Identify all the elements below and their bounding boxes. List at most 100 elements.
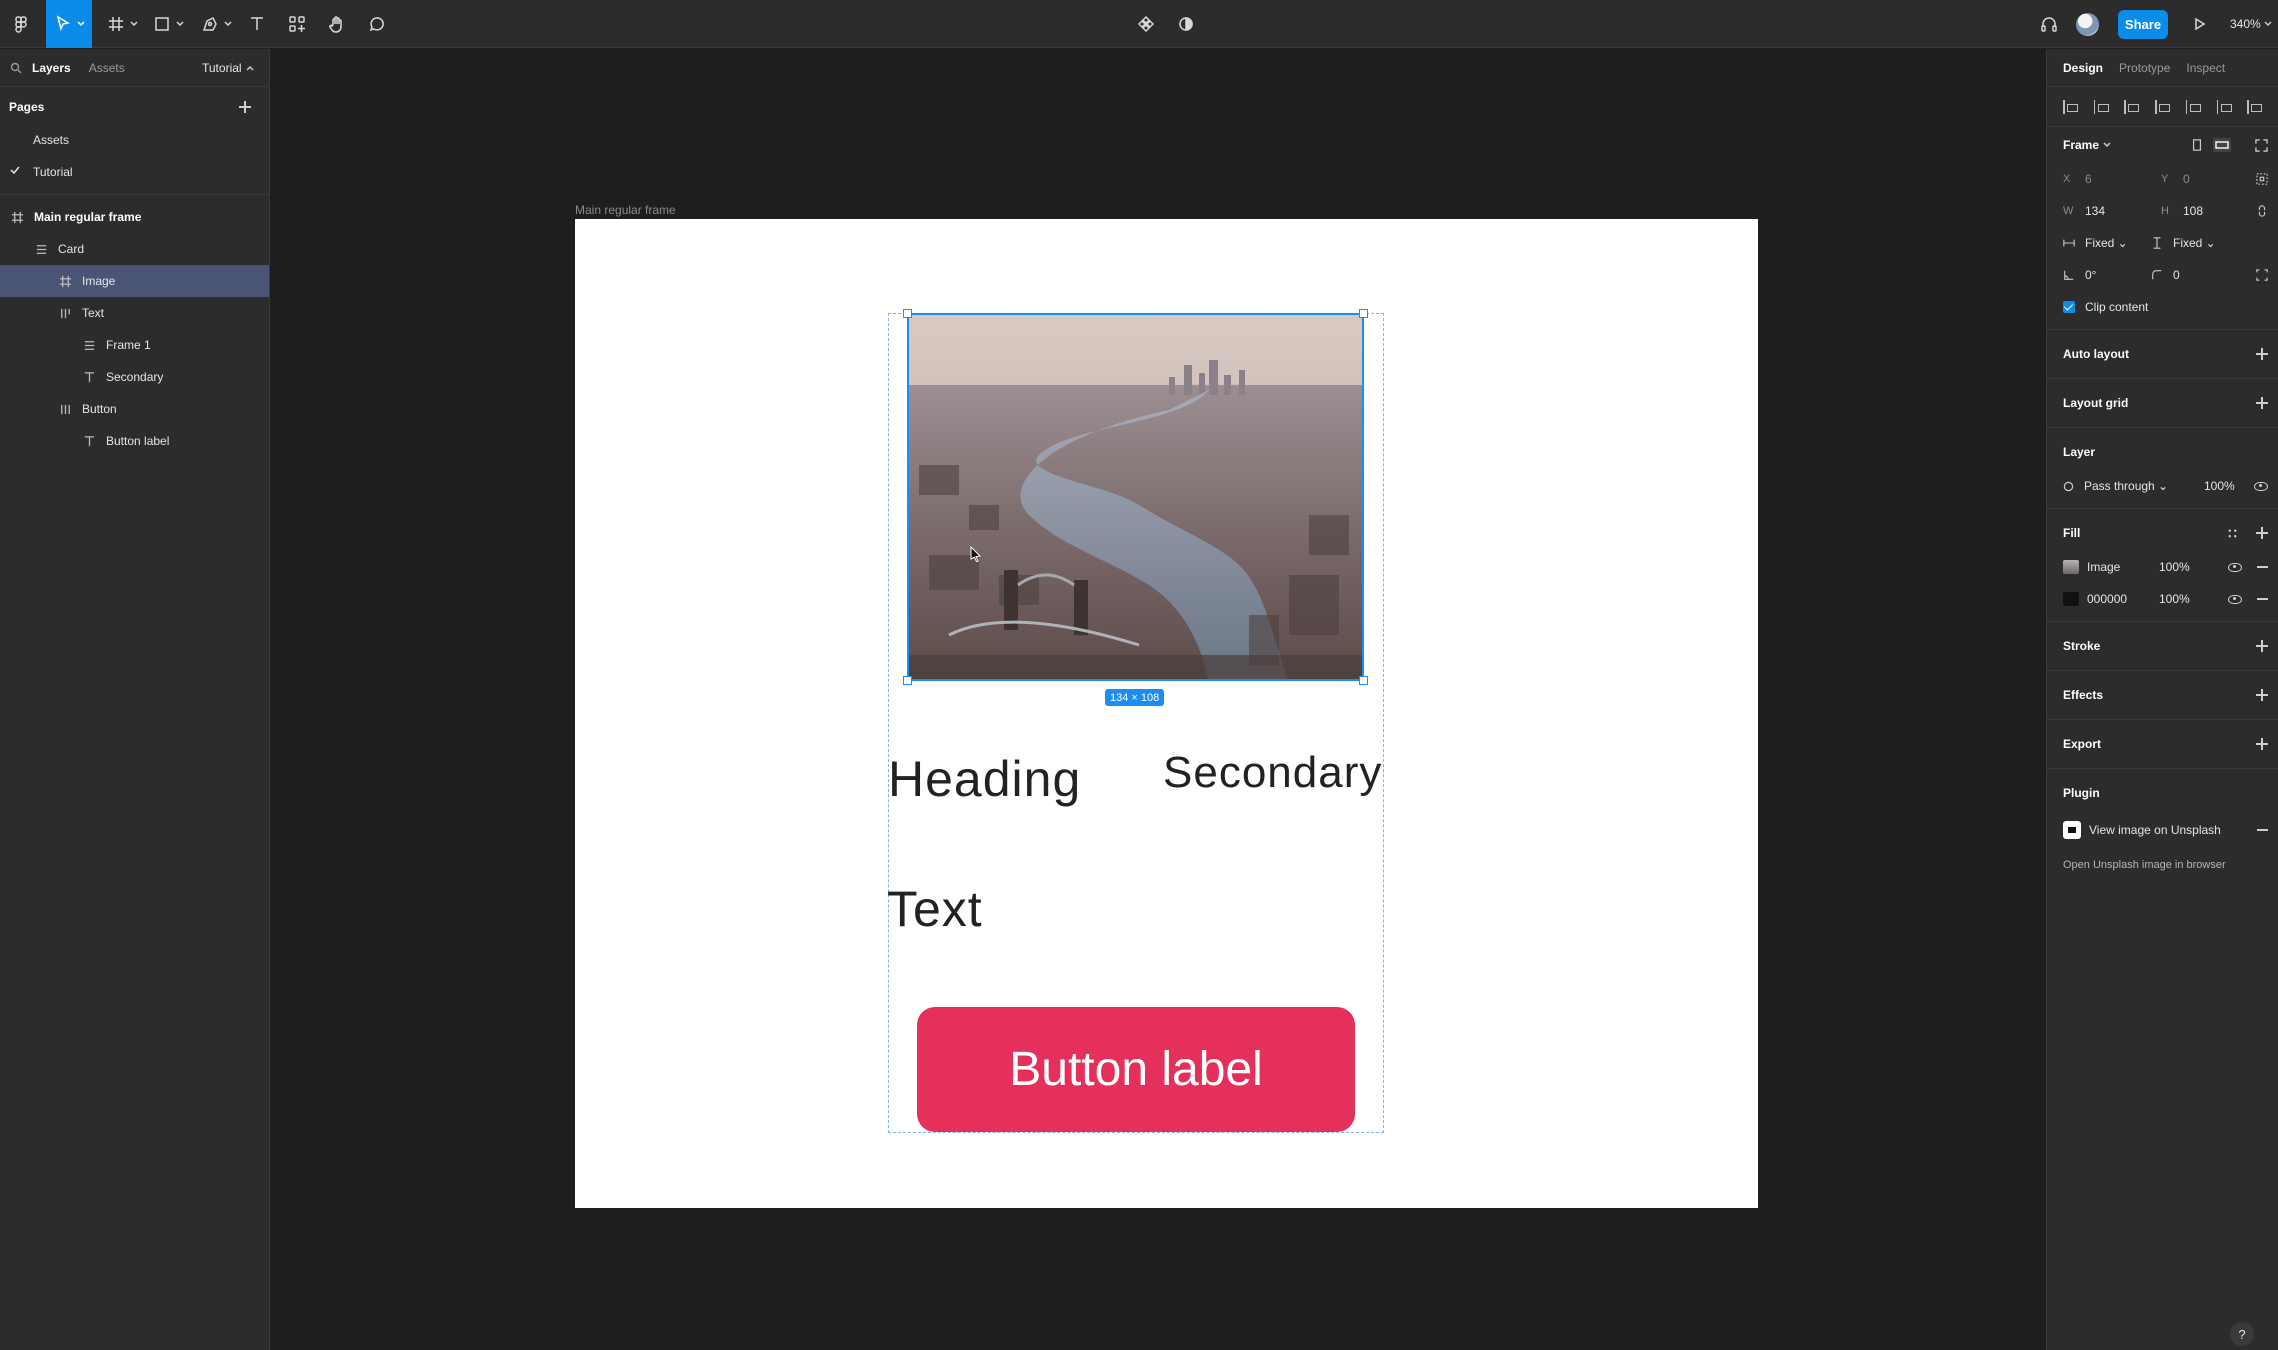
text-tool-button[interactable] [244,0,270,48]
add-export-icon[interactable] [2256,738,2268,750]
move-tool-button[interactable] [46,0,92,48]
width-field[interactable]: 134 [2085,204,2161,218]
align-vertical-center-icon[interactable] [2185,99,2201,114]
page-item-tutorial[interactable]: Tutorial [0,156,269,188]
fill-visibility-eye-icon[interactable] [2228,562,2242,572]
fill-visibility-eye-icon[interactable] [2228,594,2242,604]
align-top-icon[interactable] [2155,99,2170,114]
tab-layers[interactable]: Layers [32,61,71,75]
remove-plugin-icon[interactable] [2257,829,2268,831]
image-fill-swatch[interactable] [2063,560,2079,574]
blend-mode-dropdown[interactable]: Pass through ⌄ [2084,479,2204,493]
add-stroke-icon[interactable] [2256,640,2268,652]
audio-button[interactable] [2036,0,2062,48]
plugin-description-row[interactable]: Open Unsplash image in browser [2047,849,2278,881]
fill-opacity[interactable]: 100% [2159,592,2190,606]
portrait-icon[interactable] [2191,138,2203,152]
contrast-button[interactable] [1173,0,1199,48]
add-effect-icon[interactable] [2256,689,2268,701]
card-button[interactable]: Button label [917,1007,1355,1132]
plugin-item[interactable]: View image on Unsplash [2047,811,2278,849]
hand-tool-button[interactable] [324,0,350,48]
pen-tool-button[interactable] [198,0,234,48]
tab-inspect[interactable]: Inspect [2186,61,2225,75]
clip-content-row[interactable]: Clip content [2047,291,2278,323]
independent-corners-icon[interactable] [2256,269,2268,281]
export-header[interactable]: Export [2047,726,2278,762]
tab-assets[interactable]: Assets [89,61,125,75]
corner-radius-field[interactable]: 0 [2173,268,2180,282]
page-selector[interactable]: Tutorial [202,49,254,87]
height-field[interactable]: 108 [2183,204,2259,218]
fill-item-image[interactable]: Image 100% [2047,551,2278,583]
layer-visibility-eye-icon[interactable] [2254,481,2268,491]
align-left-icon[interactable] [2063,99,2078,114]
horizontal-resizing-dropdown[interactable]: Fixed ⌄ [2085,236,2151,250]
align-horizontal-center-icon[interactable] [2093,99,2109,114]
layer-button-label[interactable]: Button label [0,425,269,457]
layer-opacity-field[interactable]: 100% [2204,479,2235,493]
fill-styles-icon[interactable] [2227,528,2238,539]
zoom-dropdown[interactable]: 340% [2230,0,2272,48]
resize-handle-bottom-right[interactable] [1359,676,1368,685]
color-fill-swatch[interactable] [2063,592,2079,606]
resize-handle-top-left[interactable] [903,309,912,318]
remove-fill-icon[interactable] [2257,598,2268,600]
effects-header[interactable]: Effects [2047,677,2278,713]
layer-main-regular-frame[interactable]: Main regular frame [0,201,269,233]
add-page-icon[interactable] [239,101,251,113]
layout-grid-header[interactable]: Layout grid [2047,385,2278,421]
page-item-assets[interactable]: Assets [0,124,269,156]
layer-card[interactable]: Card [0,233,269,265]
x-field[interactable]: 6 [2085,172,2161,186]
landscape-icon[interactable] [2213,138,2231,152]
add-layout-grid-icon[interactable] [2256,397,2268,409]
image-frame[interactable] [907,313,1364,681]
remove-fill-icon[interactable] [2257,566,2268,568]
tab-prototype[interactable]: Prototype [2119,61,2170,75]
main-menu-button[interactable] [4,0,38,48]
layer-secondary[interactable]: Secondary [0,361,269,393]
avatar[interactable] [2076,13,2099,36]
layer-text[interactable]: Text [0,297,269,329]
present-button[interactable] [2186,0,2212,48]
card-secondary-text[interactable]: Secondary [1163,748,1382,798]
share-button[interactable]: Share [2118,10,2168,39]
distribute-icon[interactable] [2247,99,2263,114]
layer-image[interactable]: Image [0,265,269,297]
fit-content-icon[interactable] [2255,138,2268,152]
frame-label[interactable]: Main regular frame [575,203,676,217]
constraints-icon[interactable] [2256,173,2268,185]
stroke-header[interactable]: Stroke [2047,628,2278,664]
layer-button[interactable]: Button [0,393,269,425]
card-body-text[interactable]: Text [887,880,983,938]
tab-design[interactable]: Design [2063,61,2103,75]
add-fill-icon[interactable] [2256,527,2268,539]
vertical-resizing-dropdown[interactable]: Fixed ⌄ [2173,236,2216,250]
resize-handle-top-right[interactable] [1359,309,1368,318]
clip-content-checkbox[interactable] [2063,301,2075,313]
fill-item-color[interactable]: 000000 100% [2047,583,2278,615]
toolbar: Share 340% [0,0,2278,48]
y-field[interactable]: 0 [2183,172,2259,186]
search-icon[interactable] [10,62,22,74]
frame-header[interactable]: Frame [2047,127,2278,163]
auto-layout-header[interactable]: Auto layout [2047,336,2278,372]
component-button[interactable] [1133,0,1159,48]
resources-button[interactable] [284,0,310,48]
card-heading[interactable]: Heading [888,750,1081,808]
help-button[interactable]: ? [2230,1322,2254,1346]
constrain-proportions-icon[interactable] [2256,204,2268,218]
fill-name: Image [2087,560,2121,574]
add-auto-layout-icon[interactable] [2256,348,2268,360]
rotation-field[interactable]: 0° [2085,268,2151,282]
fill-opacity[interactable]: 100% [2159,560,2190,574]
layer-frame-1[interactable]: Frame 1 [0,329,269,361]
frame-hash-icon [109,17,123,31]
comment-tool-button[interactable] [364,0,390,48]
frame-tool-button[interactable] [104,0,140,48]
resize-handle-bottom-left[interactable] [903,676,912,685]
shape-tool-button[interactable] [150,0,186,48]
align-right-icon[interactable] [2124,99,2140,114]
align-bottom-icon[interactable] [2216,99,2232,114]
